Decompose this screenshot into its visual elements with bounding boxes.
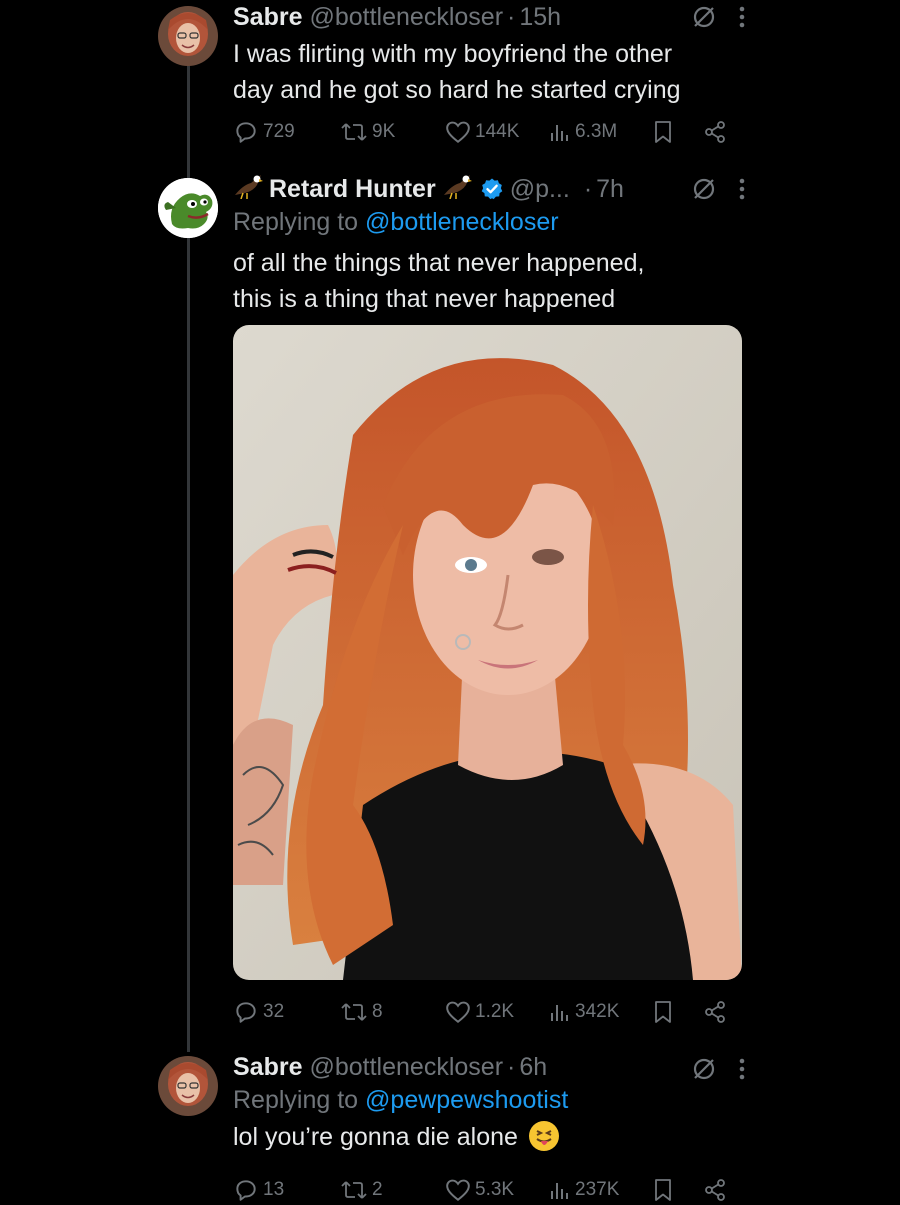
bookmark-icon: [655, 1179, 671, 1201]
like-count: 144K: [475, 121, 520, 142]
reply-icon: [236, 1002, 256, 1023]
timestamp[interactable]: 7h: [596, 175, 624, 204]
tweet-text: lol you’re gonna die alone: [233, 1119, 745, 1155]
replying-to: Replying to @pewpewshootist: [233, 1086, 745, 1115]
retweet-button[interactable]: 8: [340, 999, 383, 1025]
views-button[interactable]: 6.3M: [549, 121, 617, 143]
retweet-button[interactable]: 2: [340, 1177, 383, 1203]
tweet-header: Retard Hunter @p... · 7h: [233, 172, 745, 206]
replying-label: Replying to: [233, 1086, 359, 1114]
views-button[interactable]: 342K: [549, 1001, 619, 1023]
display-name[interactable]: Retard Hunter: [269, 175, 436, 204]
like-button[interactable]: 144K: [445, 120, 519, 144]
tweet-text-line: of all the things that never happened,: [233, 249, 645, 277]
views-icon: [551, 1183, 568, 1199]
mention-link[interactable]: @bottleneckloser: [365, 208, 559, 236]
handle[interactable]: @bottleneckloser: [309, 1053, 503, 1082]
separator-dot: ·: [507, 2, 516, 31]
muted-icon[interactable]: [691, 176, 717, 202]
tweet-text-line: day and he got so hard he started crying: [233, 76, 681, 104]
bookmark-button[interactable]: [653, 1000, 673, 1024]
retweet-count: 8: [372, 1001, 383, 1022]
tweet-header: Sabre @bottleneckloser · 15h: [233, 0, 745, 34]
retweet-count: 2: [372, 1179, 383, 1200]
like-button[interactable]: 5.3K: [445, 1178, 514, 1202]
display-name[interactable]: Sabre: [233, 3, 302, 32]
share-button[interactable]: [703, 120, 727, 144]
verified-badge-icon[interactable]: [480, 177, 504, 201]
reply-icon: [236, 122, 256, 143]
action-bar: 729 9K 144K 6.3M: [233, 117, 733, 147]
reply-count: 13: [263, 1179, 285, 1200]
share-button[interactable]: [703, 1000, 727, 1024]
replying-label: Replying to: [233, 208, 359, 236]
like-icon: [446, 121, 470, 143]
views-count: 237K: [575, 1179, 620, 1200]
timestamp[interactable]: 15h: [519, 3, 561, 32]
reply-button[interactable]: 13: [233, 1177, 284, 1203]
share-icon: [705, 1179, 725, 1201]
reply-count: 729: [263, 121, 295, 142]
bookmark-icon: [655, 1001, 671, 1023]
handle[interactable]: @bottleneckloser: [309, 3, 503, 32]
like-button[interactable]: 1.2K: [445, 1000, 514, 1024]
muted-icon[interactable]: [691, 4, 717, 30]
like-icon: [446, 1001, 470, 1023]
tweet-text-line: this is a thing that never happened: [233, 285, 616, 313]
action-bar: 13 2 5.3K 237K: [233, 1175, 733, 1205]
views-button[interactable]: 237K: [549, 1179, 619, 1201]
bookmark-button[interactable]: [653, 120, 673, 144]
tweet-text: I was flirting with my boyfriend the oth…: [233, 36, 745, 108]
retweet-count: 9K: [372, 121, 396, 142]
retweet-button[interactable]: 9K: [340, 119, 395, 145]
retweet-icon: [341, 1003, 367, 1021]
handle[interactable]: @p...: [510, 175, 570, 204]
display-name[interactable]: Sabre: [233, 1053, 302, 1082]
bookmark-button[interactable]: [653, 1178, 673, 1202]
tweet-text-line: lol you’re gonna die alone: [233, 1123, 518, 1151]
timestamp[interactable]: 6h: [519, 1053, 547, 1082]
views-count: 6.3M: [575, 121, 618, 142]
views-icon: [551, 1005, 568, 1021]
like-icon: [446, 1179, 470, 1201]
share-button[interactable]: [703, 1178, 727, 1202]
views-icon: [551, 125, 568, 141]
replying-to: Replying to @bottleneckloser: [233, 208, 745, 237]
separator-dot: ·: [583, 174, 593, 203]
reply-button[interactable]: 32: [233, 999, 284, 1025]
reply-count: 32: [263, 1001, 285, 1022]
bookmark-icon: [655, 121, 671, 143]
share-icon: [705, 1001, 725, 1023]
tweet-text-line: I was flirting with my boyfriend the oth…: [233, 40, 673, 68]
eagle-emoji: [233, 173, 263, 205]
avatar[interactable]: [158, 178, 218, 238]
like-count: 1.2K: [475, 1001, 515, 1022]
tweet-text: of all the things that never happened, t…: [233, 245, 745, 317]
avatar[interactable]: [158, 1056, 218, 1116]
views-count: 342K: [575, 1001, 620, 1022]
eagle-emoji: [442, 173, 472, 205]
tweet-media-photo[interactable]: [233, 325, 742, 980]
tongue-emoji: [528, 1121, 559, 1151]
action-bar: 32 8 1.2K 342K: [233, 997, 733, 1027]
reply-icon: [236, 1180, 256, 1201]
muted-icon[interactable]: [691, 1056, 717, 1082]
share-icon: [705, 121, 725, 143]
tweet-header: Sabre @bottleneckloser · 6h: [233, 1050, 745, 1084]
mention-link[interactable]: @pewpewshootist: [365, 1086, 568, 1114]
more-icon[interactable]: [739, 1057, 745, 1081]
retweet-icon: [341, 123, 367, 141]
retweet-icon: [341, 1181, 367, 1199]
avatar[interactable]: [158, 6, 218, 66]
reply-button[interactable]: 729: [233, 119, 295, 145]
more-icon[interactable]: [739, 5, 745, 29]
separator-dot: ·: [507, 1052, 516, 1081]
more-icon[interactable]: [739, 177, 745, 201]
like-count: 5.3K: [475, 1179, 515, 1200]
